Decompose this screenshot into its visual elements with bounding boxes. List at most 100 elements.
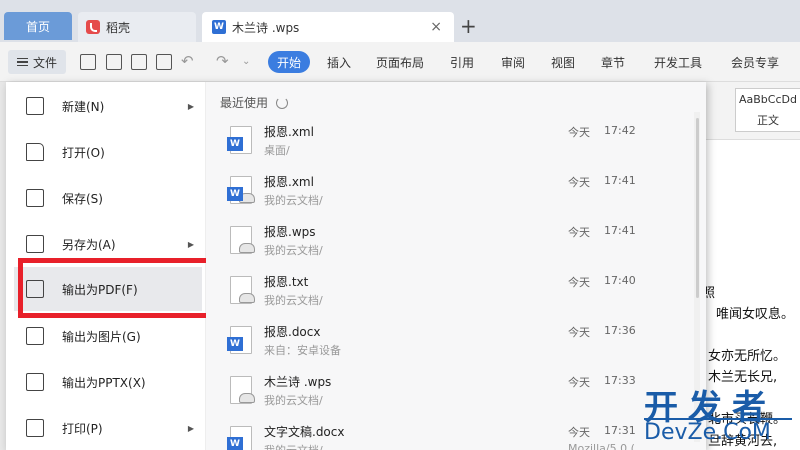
- file-path: 来自：安卓设备: [264, 344, 341, 357]
- ribbon: 文件 ↶ ↷ ⌄ 开始 插入 页面布局 引用 审阅 视图 章节 开发工具 会员专…: [0, 42, 800, 82]
- menu-item-export-pptx[interactable]: 输出为PPTX(X): [6, 360, 206, 404]
- file-path: 我的云文档/: [264, 194, 323, 207]
- refresh-icon[interactable]: [276, 96, 289, 109]
- tab-document[interactable]: W 木兰诗 .wps ×: [202, 12, 454, 42]
- new-tab-button[interactable]: +: [460, 16, 477, 36]
- file-menu-button[interactable]: 文件: [8, 50, 66, 74]
- file-menu-label: 文件: [32, 55, 57, 70]
- tab-page-layout[interactable]: 页面布局: [376, 54, 424, 71]
- file-name: 报恩.xml: [264, 125, 314, 139]
- recent-file-row[interactable]: 木兰诗 .wps 我的云文档/ 今天 17:33: [206, 366, 686, 416]
- doc-line: 唯闻女叹息。: [716, 307, 795, 322]
- recent-file-row[interactable]: 报恩.txt 我的云文档/ 今天 17:40: [206, 266, 686, 316]
- tab-start-label: 开始: [276, 55, 301, 70]
- doc-line: 女亦无所忆。: [708, 349, 787, 364]
- text-cloud-file-icon: [230, 276, 255, 304]
- file-name: 木兰诗 .wps: [264, 375, 332, 389]
- undo-icon[interactable]: ↶: [181, 52, 194, 70]
- tab-daoke[interactable]: 稻壳: [78, 12, 196, 42]
- style-sample: AaBbCcDd: [739, 93, 797, 106]
- export-toolbar-icon[interactable]: [106, 54, 122, 70]
- title-bar: 首页 稻壳 W 木兰诗 .wps × +: [0, 0, 800, 42]
- menu-item-label: 新建(N): [62, 99, 105, 114]
- tab-home[interactable]: 首页: [4, 12, 72, 40]
- recent-file-row[interactable]: 文字文稿.docx 我的云文档/ 今天 17:31 Mozilla/5.0 (: [206, 416, 686, 450]
- print-toolbar-icon[interactable]: [131, 54, 147, 70]
- recent-file-row[interactable]: 报恩.xml 我的云文档/ 今天 17:41: [206, 166, 686, 216]
- file-time: 17:36: [604, 324, 636, 337]
- highlight-annotation-box: [18, 258, 214, 318]
- tab-review[interactable]: 审阅: [501, 54, 525, 71]
- print-preview-icon[interactable]: [156, 54, 172, 70]
- tab-start[interactable]: 开始: [268, 51, 310, 73]
- menu-item-label: 打印(P): [62, 421, 103, 436]
- watermark-logo: 开发者 DevZe.CoM: [640, 380, 800, 450]
- file-name: 报恩.wps: [264, 225, 316, 239]
- image-export-icon: [26, 327, 44, 345]
- close-tab-icon[interactable]: ×: [430, 19, 442, 35]
- file-day: 今天: [568, 326, 590, 339]
- recent-scrollbar-thumb[interactable]: [696, 118, 699, 298]
- watermark-en: DevZe.CoM: [644, 420, 771, 445]
- submenu-arrow-icon: ▶: [187, 239, 194, 249]
- file-path: 我的云文档/: [264, 394, 323, 407]
- tab-member[interactable]: 会员专享: [731, 54, 779, 71]
- recent-file-row[interactable]: 报恩.docx 来自：安卓设备 今天 17:36: [206, 316, 686, 366]
- recent-header: 最近使用: [220, 94, 289, 111]
- tab-developer[interactable]: 开发工具: [654, 54, 702, 71]
- tab-view[interactable]: 视图: [551, 54, 575, 71]
- file-path: 我的云文档/: [264, 442, 323, 450]
- file-name: 报恩.txt: [264, 275, 309, 289]
- hamburger-icon: [16, 58, 28, 66]
- file-day: 今天: [568, 426, 590, 439]
- recent-file-row[interactable]: 报恩.xml 桌面/ 今天 17:42: [206, 116, 686, 166]
- daoke-logo-icon: [86, 20, 100, 34]
- recent-file-row[interactable]: 报恩.wps 我的云文档/ 今天 17:41: [206, 216, 686, 266]
- word-file-icon: [227, 326, 252, 354]
- file-time: 17:41: [604, 174, 636, 187]
- file-name: 文字文稿.docx: [264, 425, 345, 439]
- file-menu-commands: 新建(N) ▶ 打开(O) 保存(S) 另存为(A) ▶ 输出为PDF(F) 输…: [6, 82, 214, 450]
- cloud-file-icon: [230, 376, 255, 404]
- wps-writer-icon: W: [212, 20, 226, 34]
- tab-insert[interactable]: 插入: [327, 54, 351, 71]
- file-path: 我的云文档/: [264, 294, 323, 307]
- menu-item-export-image[interactable]: 输出为图片(G): [6, 314, 206, 358]
- recent-files-panel: 最近使用 报恩.xml 桌面/ 今天 17:42 报恩.xml 我的云文档/ 今…: [206, 82, 706, 450]
- save-toolbar-icon[interactable]: [80, 54, 96, 70]
- cloud-file-icon: [230, 226, 255, 254]
- new-icon: [26, 97, 44, 115]
- chevron-down-icon[interactable]: ⌄: [242, 56, 250, 67]
- save-icon: [26, 189, 44, 207]
- menu-item-new[interactable]: 新建(N) ▶: [6, 84, 206, 128]
- file-name: 报恩.xml: [264, 175, 314, 189]
- style-normal[interactable]: AaBbCcDd 正文: [735, 88, 800, 132]
- menu-item-label: 打开(O): [62, 145, 105, 160]
- file-tooltip-text: Mozilla/5.0 (: [568, 442, 635, 450]
- tab-chapter[interactable]: 章节: [601, 54, 625, 71]
- style-name: 正文: [757, 114, 779, 127]
- redo-icon[interactable]: ↷: [216, 52, 229, 70]
- menu-item-open[interactable]: 打开(O): [6, 130, 206, 174]
- file-time: 17:41: [604, 224, 636, 237]
- file-day: 今天: [568, 276, 590, 289]
- file-time: 17:33: [604, 374, 636, 387]
- tab-references[interactable]: 引用: [450, 54, 474, 71]
- file-time: 17:31: [604, 424, 636, 437]
- tab-document-label: 木兰诗 .wps: [232, 20, 300, 35]
- pptx-export-icon: [26, 373, 44, 391]
- menu-item-label: 输出为PPTX(X): [62, 375, 146, 390]
- menu-item-label: 保存(S): [62, 191, 103, 206]
- submenu-arrow-icon: ▶: [187, 101, 194, 111]
- file-time: 17:40: [604, 274, 636, 287]
- menu-item-label: 另存为(A): [62, 237, 116, 252]
- save-as-icon: [26, 235, 44, 253]
- word-file-icon: [227, 126, 252, 154]
- file-path: 桌面/: [264, 144, 290, 157]
- menu-item-print[interactable]: 打印(P) ▶: [6, 406, 206, 450]
- file-day: 今天: [568, 126, 590, 139]
- file-day: 今天: [568, 176, 590, 189]
- submenu-arrow-icon: ▶: [187, 423, 194, 433]
- menu-item-save[interactable]: 保存(S): [6, 176, 206, 220]
- file-time: 17:42: [604, 124, 636, 137]
